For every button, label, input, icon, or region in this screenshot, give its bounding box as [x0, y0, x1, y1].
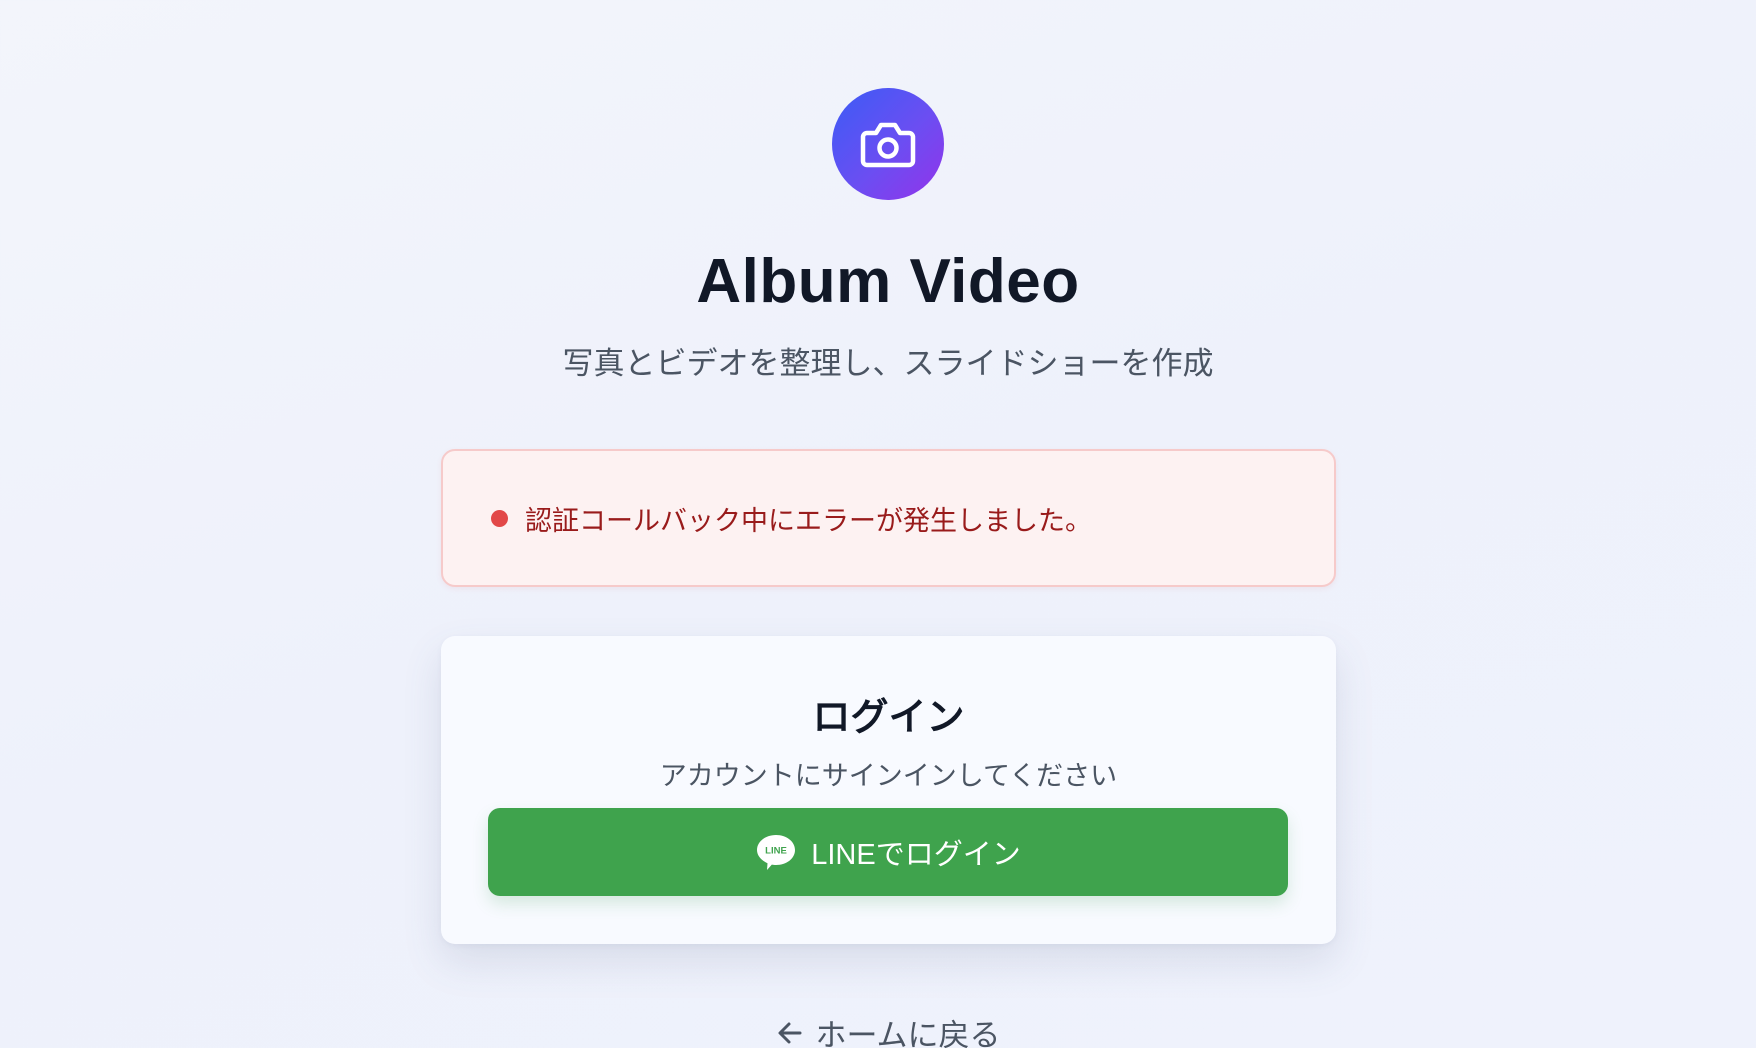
login-title: ログイン	[812, 695, 965, 739]
line-logo-text: LINE	[765, 846, 787, 857]
camera-icon	[860, 122, 916, 168]
login-description: アカウントにサインインしてください	[659, 761, 1118, 792]
line-logo-icon: LINE	[757, 835, 796, 870]
back-to-home-link[interactable]: ホームに戻る	[0, 1010, 1756, 1048]
login-card: ログイン アカウントにサインインしてください LINE LINEでログイン	[441, 636, 1336, 944]
app-subtitle: 写真とビデオを整理し、スライドショーを作成	[562, 346, 1214, 382]
line-login-button[interactable]: LINE LINEでログイン	[488, 808, 1288, 896]
line-login-label: LINEでログイン	[811, 839, 1021, 871]
app-title: Album Video	[696, 247, 1080, 316]
error-message: 認証コールバック中にエラーが発生しました。	[525, 505, 1092, 537]
back-link-label: ホームに戻る	[815, 1018, 1001, 1048]
arrow-left-icon	[778, 1022, 802, 1043]
error-dot-icon	[491, 509, 508, 527]
error-alert: 認証コールバック中にエラーが発生しました。	[441, 449, 1336, 587]
app-logo	[832, 88, 944, 200]
